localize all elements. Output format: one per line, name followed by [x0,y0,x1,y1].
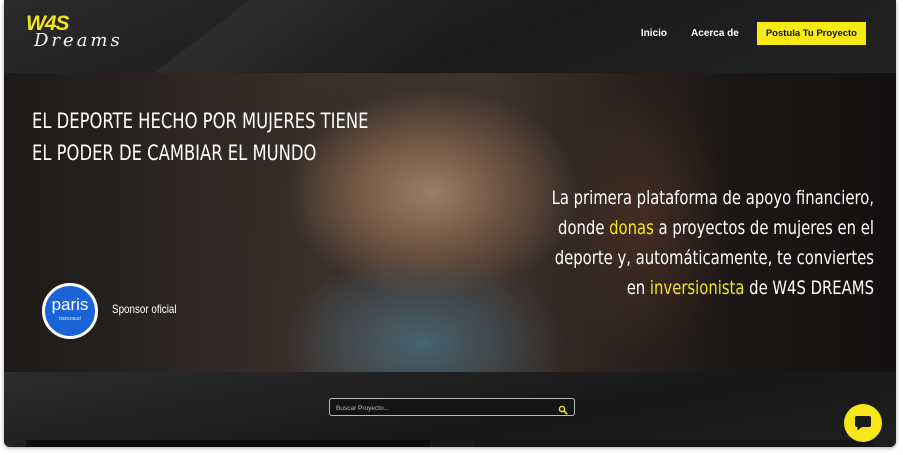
hero-title-line1: EL DEPORTE HECHO POR MUJERES TIENE [32,109,369,133]
sponsor-brand: paris [51,295,89,314]
hero-sub-line4-post: de W4S DREAMS [744,277,874,299]
hero-sub-line2: donde donas a proyectos de mujeres en el [484,213,874,243]
highlight-donas: donas [609,217,654,239]
postula-proyecto-button[interactable]: Postula Tu Proyecto [756,22,866,45]
highlight-inversionista: inversionista [649,277,745,299]
chat-button[interactable] [844,404,882,442]
sponsor-brand-sub: bancosud [59,316,81,322]
search-section [4,372,896,447]
logo-script: Dreams [34,30,123,51]
main-nav: Inicio Acerca de Postula Tu Proyecto [617,22,866,45]
hero-sub-line3: deporte y, automáticamente, te convierte… [554,247,874,269]
hero-sub-line2-post: a proyectos de mujeres en el [653,217,874,239]
hero-sub-line4: en inversionista de W4S DREAMS [484,273,874,303]
page-frame: W4S Dreams Inicio Acerca de Postula Tu P… [4,0,896,447]
hero-sub-line4-pre: en [626,277,650,299]
search-icon[interactable] [558,402,568,415]
sponsor-logo[interactable]: paris bancosud [42,283,98,339]
hero-title: EL DEPORTE HECHO POR MUJERES TIENE EL PO… [32,105,399,169]
hero-sub-line2-pre: donde [558,217,610,239]
search-input[interactable] [334,400,548,416]
search-box [329,398,575,416]
sponsor-label: Sponsor oficial [112,302,177,316]
hero-subtitle: La primera plataforma de apoyo financier… [484,183,874,303]
content-card-edge [26,440,430,447]
logo[interactable]: W4S Dreams [26,12,120,52]
site-header: W4S Dreams Inicio Acerca de Postula Tu P… [4,0,896,73]
hero-sub-line1: La primera plataforma de apoyo financier… [551,187,874,209]
nav-inicio[interactable]: Inicio [641,28,667,39]
nav-acerca-de[interactable]: Acerca de [691,28,739,39]
chat-icon [855,416,871,431]
hero-banner: EL DEPORTE HECHO POR MUJERES TIENE EL PO… [4,73,896,372]
hero-title-line2: EL PODER DE CAMBIAR EL MUNDO [32,141,317,165]
content-card-edge-right [474,440,874,447]
